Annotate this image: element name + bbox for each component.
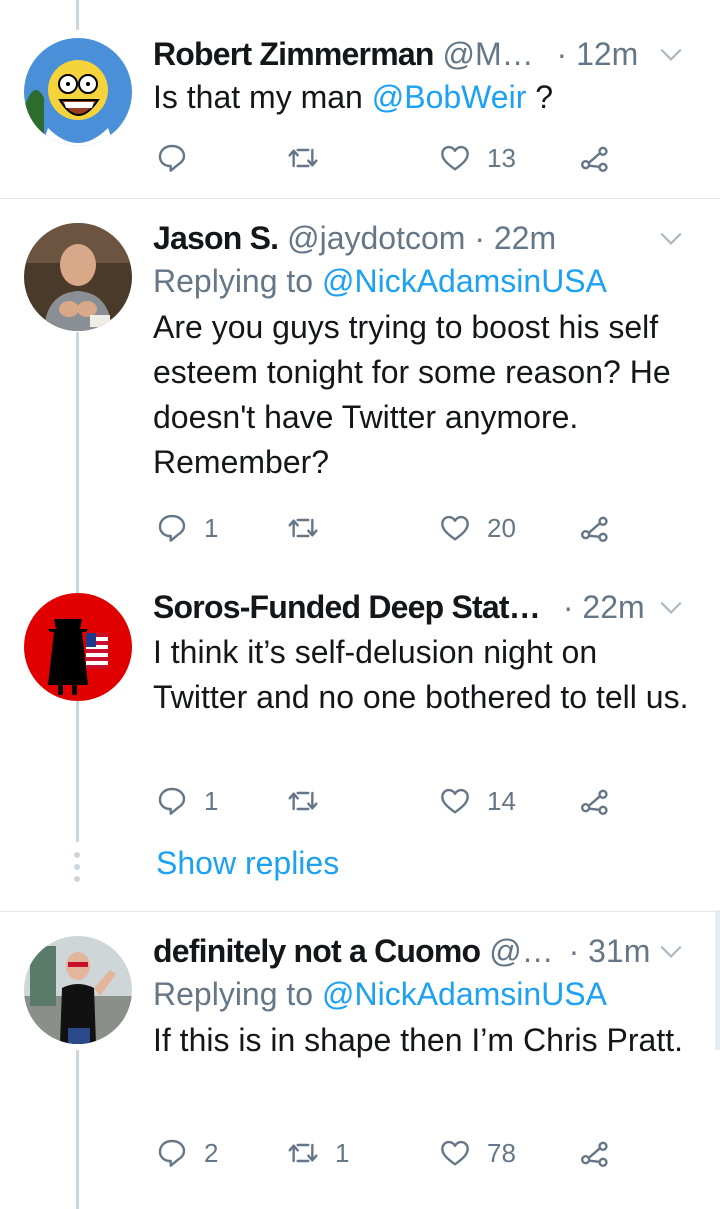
share-button[interactable] [579,781,611,821]
tweet-text-part: Is that my man [153,79,372,115]
tweet-actions: 1 14 [153,781,690,821]
homer-cartoon-avatar [24,38,132,146]
reply-icon [158,787,186,815]
share-icon [581,789,608,815]
like-count: 13 [487,142,516,173]
mention-link[interactable]: @NickAdamsinUSA [322,976,607,1012]
share-icon [581,516,608,542]
retweet-icon [288,791,318,811]
share-button[interactable] [579,508,611,548]
retweet-button[interactable] [287,138,335,178]
spy-flag-avatar [24,593,132,701]
tweet-header: Jason S. @jaydotcom · 22m [153,217,690,259]
retweet-icon [288,1143,318,1163]
like-count: 78 [487,1137,516,1168]
tweet-header: Robert Zimmerman @M… · 12m [153,33,690,75]
retweet-button[interactable] [287,508,335,548]
share-icon [581,146,608,172]
reply-count: 1 [204,512,219,543]
reply-icon [158,144,186,172]
like-button[interactable]: 14 [439,781,516,821]
share-button[interactable] [579,1133,611,1173]
tweet-text: I think it’s self-delusion night on Twit… [153,634,689,715]
replying-label: Replying to [153,263,322,299]
handle[interactable]: @jaydotcom [287,220,465,256]
timestamp[interactable]: · 31m [569,933,651,969]
reply-icon [158,1139,186,1167]
handle[interactable]: @… [489,933,553,969]
replying-to: Replying to @NickAdamsinUSA [153,259,690,303]
chevron-down-icon[interactable] [658,938,684,964]
chevron-down-icon[interactable] [658,41,684,67]
retweet-button[interactable]: 1 [287,1133,349,1173]
reply-button[interactable]: 1 [156,781,218,821]
reply-count: 2 [204,1137,219,1168]
like-button[interactable]: 78 [439,1133,516,1173]
tweet[interactable]: definitely not a Cuomo @… · 31m Replying… [0,912,720,1209]
chevron-down-icon[interactable] [658,225,684,251]
display-name[interactable]: Jason S. [153,220,279,256]
scrollbar[interactable] [715,910,720,1050]
heart-icon [441,515,469,541]
avatar[interactable] [24,593,132,701]
replying-label: Replying to [153,976,322,1012]
tweet-text-part: ? [526,79,554,115]
handle[interactable]: @M… [442,36,533,72]
tweet[interactable]: Jason S. @jaydotcom · 22m Replying to @N… [0,199,720,574]
replying-to: Replying to @NickAdamsinUSA [153,972,690,1016]
retweet-icon [288,518,318,538]
tweet-actions: 1 20 [153,508,690,548]
gym-photo-avatar [24,936,132,1044]
reply-button[interactable]: 1 [156,508,218,548]
like-button[interactable]: 20 [439,508,516,548]
tweet[interactable]: Robert Zimmerman @M… · 12m Is that my ma… [0,0,720,198]
tweet-text: Are you guys trying to boost his self es… [153,309,671,480]
avatar[interactable] [24,936,132,1044]
avatar[interactable] [24,223,132,331]
retweet-button[interactable] [287,781,335,821]
reply-icon [158,514,186,542]
like-count: 20 [487,512,516,543]
reply-button[interactable] [156,138,204,178]
share-icon [581,1141,608,1167]
tweet-header: Soros-Funded Deep Stat… · 22m [153,586,690,628]
like-count: 14 [487,785,516,816]
heart-icon [441,145,469,171]
tweet-actions: 13 [153,138,690,178]
heart-icon [441,788,469,814]
mention-link[interactable]: @NickAdamsinUSA [322,263,607,299]
tweet-actions: 2 1 78 [153,1133,690,1173]
tweet-text: If this is in shape then I’m Chris Pratt… [153,1022,683,1058]
heart-icon [441,1140,469,1166]
show-replies-link[interactable]: Show replies [156,845,339,882]
share-button[interactable] [579,138,611,178]
like-button[interactable]: 13 [439,138,516,178]
display-name[interactable]: definitely not a Cuomo [153,933,481,969]
more-replies-dots [71,852,83,888]
display-name[interactable]: Robert Zimmerman [153,36,434,72]
tweet-header: definitely not a Cuomo @… · 31m [153,930,690,972]
mention-link[interactable]: @BobWeir [372,79,527,115]
display-name[interactable]: Soros-Funded Deep Stat… [153,589,541,625]
retweet-count: 1 [335,1137,350,1168]
timestamp[interactable]: · 22m [474,220,556,256]
timestamp[interactable]: · 12m [557,36,639,72]
timestamp[interactable]: · 22m [563,589,645,625]
reply-count: 1 [204,785,219,816]
retweet-icon [288,148,318,168]
chevron-down-icon[interactable] [658,594,684,620]
man-photo-avatar [24,223,132,331]
tweet-text: Is that my man @BobWeir ? [153,75,690,120]
reply-button[interactable]: 2 [156,1133,218,1173]
avatar[interactable] [24,38,132,146]
tweet[interactable]: Soros-Funded Deep Stat… · 22m I think it… [0,575,720,835]
